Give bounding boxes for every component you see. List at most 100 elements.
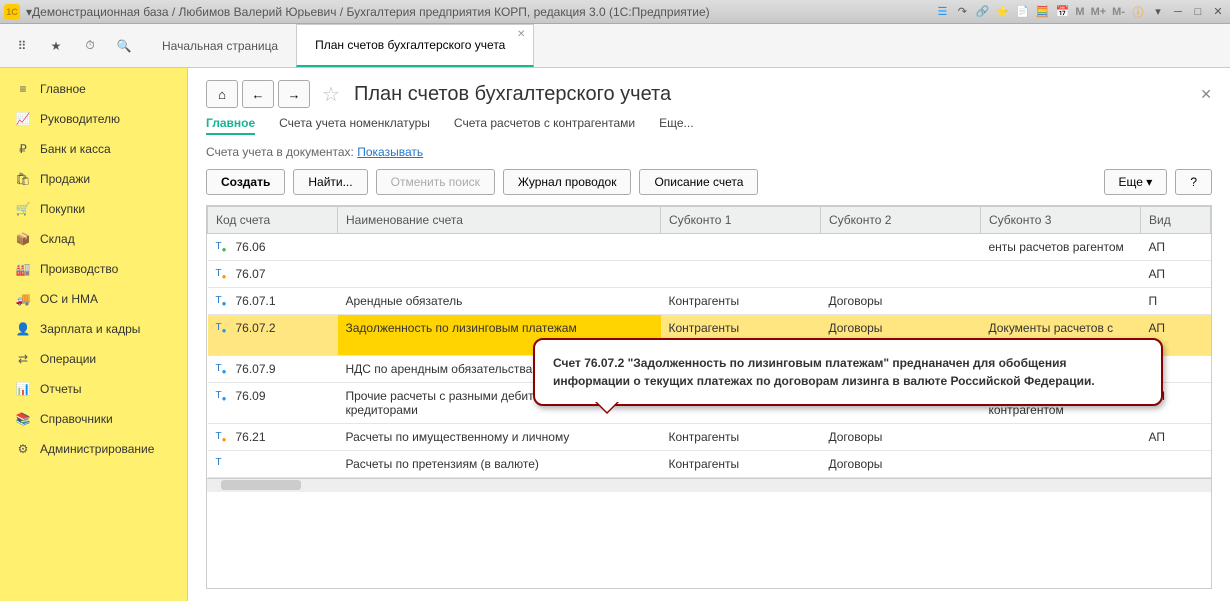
action-buttons: Создать Найти... Отменить поиск Журнал п…	[206, 169, 1212, 195]
m-plus-button[interactable]: M+	[1090, 4, 1108, 20]
create-button[interactable]: Создать	[206, 169, 285, 195]
doc-accounts-link[interactable]: Показывать	[357, 145, 423, 159]
system-icons: ☰ ↷ 🔗 ⭐ 📄 🧮 📅 M M+ M- ⓘ ▾ ─ □ ✕	[934, 4, 1226, 20]
nav-forward-button[interactable]: →	[278, 80, 310, 108]
sidebar-item[interactable]: 📊Отчеты	[0, 374, 187, 404]
cell-vid: П	[1141, 288, 1211, 315]
sys-icon[interactable]: 🧮	[1034, 4, 1050, 20]
callout-tooltip: Счет 76.07.2 "Задолженность по лизинговы…	[533, 338, 1163, 406]
column-header[interactable]: Наименование счета	[338, 207, 661, 234]
m-button[interactable]: M	[1074, 4, 1085, 20]
titlebar: 1C ▾ Демонстрационная база / Любимов Вал…	[0, 0, 1230, 24]
apps-icon[interactable]: ⠿	[8, 32, 36, 60]
sidebar-icon: 🏭	[14, 262, 32, 276]
cell-vid: АП	[1141, 261, 1211, 288]
table-row[interactable]: T●76.21 Расчеты по имущественному и личн…	[208, 424, 1211, 451]
cell-sub3: енты расчетов рагентом	[981, 234, 1141, 261]
page-title: План счетов бухгалтерского учета	[354, 83, 671, 106]
sidebar-item[interactable]: 📈Руководителю	[0, 104, 187, 134]
search-icon[interactable]: 🔍	[110, 32, 138, 60]
cell-sub3	[981, 451, 1141, 478]
table-row[interactable]: T Расчеты по претензиям (в валюте) Контр…	[208, 451, 1211, 478]
sidebar-label: Справочники	[40, 412, 113, 426]
sys-icon[interactable]: ↷	[954, 4, 970, 20]
sidebar-icon: 🚚	[14, 292, 32, 306]
sidebar-item[interactable]: 👤Зарплата и кадры	[0, 314, 187, 344]
sidebar-label: Банк и касса	[40, 142, 111, 156]
journal-button[interactable]: Журнал проводок	[503, 169, 632, 195]
nav-home-button[interactable]: ⌂	[206, 80, 238, 108]
help-icon[interactable]: ⓘ	[1130, 4, 1146, 20]
close-icon[interactable]: ✕	[1210, 4, 1226, 20]
sidebar-item[interactable]: 🛍Продажи	[0, 164, 187, 194]
find-button[interactable]: Найти...	[293, 169, 367, 195]
sidebar: ≡ Главное 📈Руководителю₽Банк и касса🛍Прода…	[0, 68, 188, 601]
cell-name: Расчеты по имущественному и личному	[338, 424, 661, 451]
cell-vid: АП	[1141, 424, 1211, 451]
sidebar-item[interactable]: 📚 Справочники	[0, 404, 187, 434]
sidebar-item[interactable]: 📦Склад	[0, 224, 187, 254]
cell-vid	[1141, 451, 1211, 478]
tab-home[interactable]: Начальная страница	[144, 24, 296, 67]
sidebar-item[interactable]: 🚚ОС и НМА	[0, 284, 187, 314]
sidebar-icon: 🛍	[14, 172, 32, 186]
sidebar-item[interactable]: ⚙Администрирование	[0, 434, 187, 464]
column-header[interactable]: Субконто 1	[661, 207, 821, 234]
maximize-icon[interactable]: □	[1190, 4, 1206, 20]
star-icon[interactable]: ★	[42, 32, 70, 60]
column-header[interactable]: Субконто 3	[981, 207, 1141, 234]
sidebar-item[interactable]: ₽Банк и касса	[0, 134, 187, 164]
sidebar-icon: ≡	[14, 82, 32, 96]
sidebar-label: Склад	[40, 232, 75, 246]
table-row[interactable]: T●76.07.1 Арендные обязатель Контрагенты…	[208, 288, 1211, 315]
sidebar-item[interactable]: ≡ Главное	[0, 74, 187, 104]
sidebar-label: Главное	[40, 82, 86, 96]
cell-sub3	[981, 261, 1141, 288]
sidebar-label: Руководителю	[40, 112, 120, 126]
cell-sub3	[981, 424, 1141, 451]
tab-close-icon[interactable]: ✕	[517, 29, 525, 40]
sidebar-icon: ⇄	[14, 352, 32, 366]
description-button[interactable]: Описание счета	[639, 169, 758, 195]
table-row[interactable]: T●76.07 АП	[208, 261, 1211, 288]
history-icon[interactable]: ⏱	[76, 32, 104, 60]
cell-name	[338, 261, 661, 288]
page-close-icon[interactable]: ✕	[1200, 86, 1212, 103]
window-title: Демонстрационная база / Любимов Валерий …	[32, 5, 934, 19]
sys-icon[interactable]: ☰	[934, 4, 950, 20]
column-header[interactable]: Вид	[1141, 207, 1211, 234]
cell-sub3	[981, 288, 1141, 315]
tab-chart-of-accounts[interactable]: План счетов бухгалтерского учета ✕	[296, 24, 534, 67]
nav-back-button[interactable]: ←	[242, 80, 274, 108]
sidebar-label: Отчеты	[40, 382, 81, 396]
sidebar-item[interactable]: 🛒Покупки	[0, 194, 187, 224]
subtab-contractors[interactable]: Счета расчетов с контрагентами	[454, 116, 635, 135]
subtab-main[interactable]: Главное	[206, 116, 255, 135]
sys-icon[interactable]: ⭐	[994, 4, 1010, 20]
cell-code: T●76.07.1	[208, 288, 338, 315]
subtab-more[interactable]: Еще...	[659, 116, 693, 135]
page-header: ⌂ ← → ☆ План счетов бухгалтерского учета…	[206, 80, 1212, 108]
cell-sub2	[821, 234, 981, 261]
column-header[interactable]: Субконто 2	[821, 207, 981, 234]
sys-icon[interactable]: 🔗	[974, 4, 990, 20]
sidebar-item[interactable]: ⇄Операции	[0, 344, 187, 374]
horizontal-scrollbar[interactable]	[207, 478, 1211, 492]
column-header[interactable]: Код счета	[208, 207, 338, 234]
sidebar-label: Зарплата и кадры	[40, 322, 140, 336]
sidebar-item[interactable]: 🏭Производство	[0, 254, 187, 284]
sys-icon[interactable]: 📅	[1054, 4, 1070, 20]
cell-sub2	[821, 261, 981, 288]
callout-text: Счет 76.07.2 "Задолженность по лизинговы…	[553, 356, 1095, 388]
help-button[interactable]: ?	[1175, 169, 1212, 195]
sidebar-icon: 📚	[14, 412, 32, 426]
m-minus-button[interactable]: M-	[1111, 4, 1126, 20]
subtab-nomenclature[interactable]: Счета учета номенклатуры	[279, 116, 430, 135]
table-row[interactable]: T●76.06 енты расчетов рагентом АП	[208, 234, 1211, 261]
sys-icon[interactable]: 📄	[1014, 4, 1030, 20]
minimize-icon[interactable]: ─	[1170, 4, 1186, 20]
favorite-icon[interactable]: ☆	[322, 82, 346, 107]
cell-sub2: Договоры	[821, 424, 981, 451]
more-button[interactable]: Еще ▾	[1104, 169, 1168, 195]
dropdown-icon[interactable]: ▾	[1150, 4, 1166, 20]
